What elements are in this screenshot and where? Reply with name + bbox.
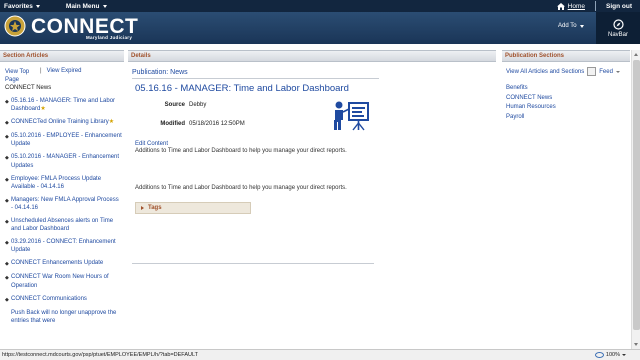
article-title: 05.16.16 - MANAGER: Time and Labor Dashb… — [135, 83, 349, 94]
zoom-level: 100% — [605, 352, 620, 358]
main-menu[interactable]: Main Menu — [62, 3, 107, 10]
list-item[interactable]: ◆ Employee: FMLA Process Update Available… — [5, 175, 122, 191]
favorites-menu[interactable]: Favorites — [0, 3, 40, 10]
sign-out-link[interactable]: Sign out — [596, 3, 640, 10]
list-item[interactable]: ◆ 05.10.2016 - MANAGER - Enhancement Upda… — [5, 153, 122, 169]
list-item[interactable]: ◆ 05.16.16 - MANAGER: Time and Labor Dash… — [5, 97, 122, 113]
article-link[interactable]: Unscheduled Absences alerts on Time and … — [11, 217, 122, 233]
list-item[interactable]: ◆ CONNECTed Online Training Library★ — [5, 118, 122, 127]
article-link[interactable]: 03.29.2016 - CONNECT: Enhancement Update — [11, 238, 122, 254]
article-summary: Additions to Time and Labor Dashboard to… — [135, 185, 347, 191]
view-all-row: View All Articles and Sections Feed — [506, 67, 620, 76]
list-item[interactable]: ◆ 05.10.2016 - EMPLOYEE - Enhancement Upd… — [5, 132, 122, 148]
chevron-down-icon — [579, 24, 584, 28]
top-menu-bar: Favorites Main Menu Home Sign out — [0, 0, 640, 12]
section-articles-heading: Section Articles — [0, 50, 124, 62]
star-icon: ★ — [40, 106, 46, 113]
divider — [132, 78, 379, 79]
article-link[interactable]: 05.10.2016 - EMPLOYEE - Enhancement Upda… — [11, 132, 122, 148]
chevron-down-icon — [622, 354, 626, 356]
details-heading: Details — [128, 50, 496, 62]
seal-icon — [4, 15, 26, 37]
zoom-icon — [594, 352, 604, 358]
article-meta: Source Debby Modified 05/18/2016 12:50PM — [157, 102, 245, 140]
edit-content-link[interactable]: Edit Content — [135, 141, 168, 147]
app-title: CONNECT — [31, 14, 139, 38]
section-link-human-resources[interactable]: Human Resources — [506, 103, 556, 113]
article-link[interactable]: Employee: FMLA Process Update Available … — [11, 175, 122, 191]
feed-icon[interactable] — [587, 67, 597, 76]
article-link[interactable]: Push Back will no longer unapprove the e… — [11, 309, 122, 325]
current-section: CONNECT News — [5, 85, 52, 91]
navbar-label: NavBar — [607, 31, 628, 38]
list-item[interactable]: ◆ CONNECT Enhancements Update — [5, 259, 122, 268]
list-item[interactable]: ◆ Managers: New FMLA Approval Process - 0… — [5, 196, 122, 212]
section-link-benefits[interactable]: Benefits — [506, 84, 556, 94]
chevron-down-icon[interactable] — [615, 70, 620, 73]
home-icon — [556, 2, 565, 10]
article-link[interactable]: Managers: New FMLA Approval Process - 04… — [11, 196, 122, 212]
status-url: https://testconnect.mdcourts.gov/psp/ptu… — [2, 352, 199, 358]
app-header: CONNECT Maryland Judiciary Add To NavBar — [0, 12, 640, 44]
publication-sections-heading: Publication Sections — [502, 50, 630, 62]
scroll-thumb[interactable] — [633, 60, 640, 330]
add-to-menu[interactable]: Add To — [558, 23, 584, 29]
browser-status-bar: https://testconnect.mdcourts.gov/psp/ptu… — [0, 349, 640, 360]
modified-value: 05/18/2016 12:50PM — [189, 121, 245, 127]
vertical-scrollbar[interactable] — [631, 50, 640, 349]
presentation-icon — [334, 101, 369, 131]
navbar-button[interactable]: NavBar — [596, 12, 640, 44]
link-divider: | — [40, 68, 42, 74]
list-item[interactable]: Push Back will no longer unapprove the e… — [5, 309, 122, 325]
modified-label: Modified — [160, 121, 185, 127]
source-label: Source — [164, 102, 185, 108]
section-links: View Top Page | View Expired CONNECT New… — [5, 68, 120, 91]
favorites-label: Favorites — [4, 2, 33, 10]
home-link[interactable]: Home — [547, 2, 595, 10]
view-top-page-link[interactable]: View Top Page — [5, 68, 35, 84]
view-expired-link[interactable]: View Expired — [47, 68, 82, 84]
feed-link[interactable]: Feed — [599, 69, 613, 75]
chevron-down-icon — [35, 4, 40, 8]
tags-label: Tags — [148, 205, 162, 211]
view-all-link[interactable]: View All Articles and Sections — [506, 69, 584, 75]
zoom-control[interactable]: 100% — [594, 352, 640, 358]
article-list: ◆ 05.16.16 - MANAGER: Time and Labor Dash… — [5, 97, 122, 330]
publication-section-list: Benefits CONNECT News Human Resources Pa… — [506, 84, 556, 122]
source-value: Debby — [189, 102, 207, 108]
home-label: Home — [567, 2, 585, 10]
section-link-connect-news[interactable]: CONNECT News — [506, 94, 556, 104]
tags-toggle[interactable]: Tags — [135, 202, 251, 214]
scroll-down-icon[interactable] — [633, 340, 640, 348]
add-to-label: Add To — [558, 23, 577, 29]
publication-label: Publication: News — [132, 69, 188, 76]
list-item[interactable]: ◆ Unscheduled Absences alerts on Time and… — [5, 217, 122, 233]
app-subtitle: Maryland Judiciary — [86, 35, 133, 40]
list-item[interactable]: ◆ CONNECT War Room New Hours of Operation — [5, 273, 122, 289]
list-item[interactable]: ◆ 03.29.2016 - CONNECT: Enhancement Updat… — [5, 238, 122, 254]
article-link[interactable]: 05.10.2016 - MANAGER - Enhancement Updat… — [11, 153, 122, 169]
main-menu-label: Main Menu — [65, 2, 100, 10]
divider — [132, 263, 374, 264]
scroll-up-icon[interactable] — [633, 51, 640, 59]
article-link[interactable]: 05.16.16 - MANAGER: Time and Labor Dashb… — [11, 98, 115, 112]
compass-icon — [612, 18, 624, 30]
list-item[interactable]: ◆ CONNECT Communications — [5, 295, 122, 304]
article-body: Additions to Time and Labor Dashboard to… — [135, 148, 347, 154]
star-icon: ★ — [108, 119, 115, 126]
section-link-payroll[interactable]: Payroll — [506, 113, 556, 123]
article-link[interactable]: CONNECTed Online Training Library — [11, 119, 109, 125]
article-link[interactable]: CONNECT Enhancements Update — [11, 259, 103, 268]
chevron-down-icon — [102, 4, 107, 8]
article-link[interactable]: CONNECT Communications — [11, 295, 87, 304]
article-link[interactable]: CONNECT War Room New Hours of Operation — [11, 273, 122, 289]
chevron-right-icon — [141, 206, 144, 210]
